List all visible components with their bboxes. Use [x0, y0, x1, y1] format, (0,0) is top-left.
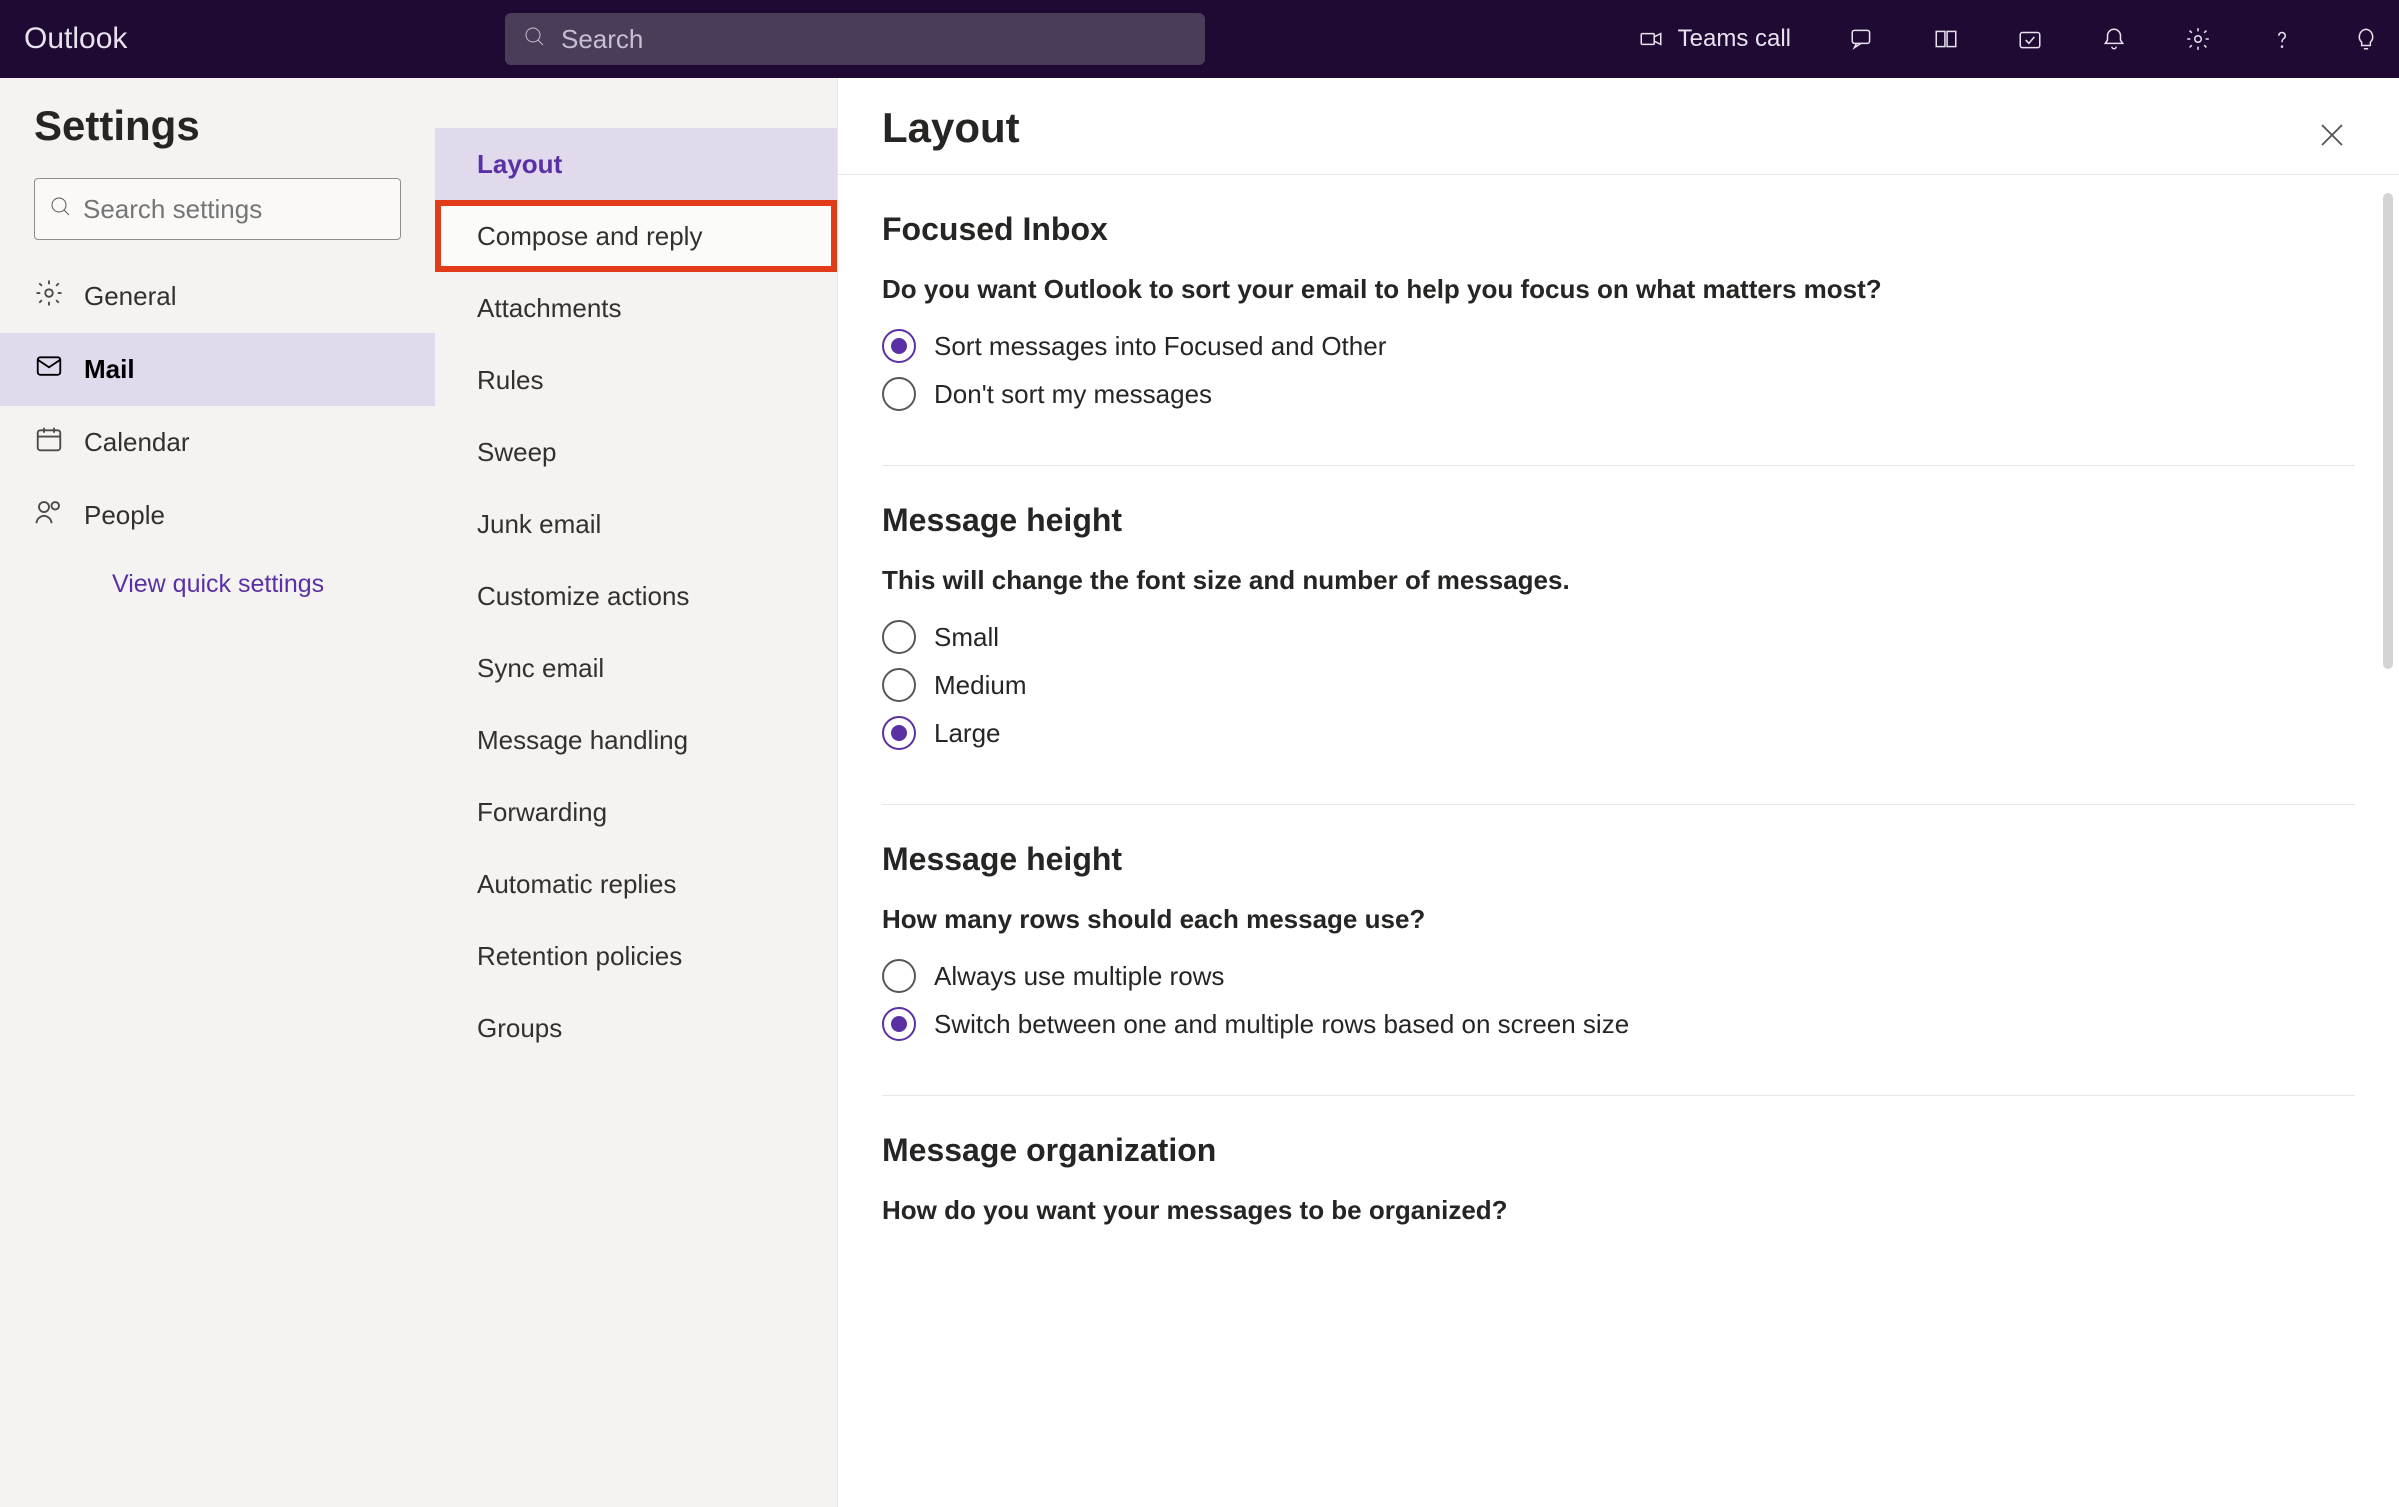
radio-icon [882, 668, 916, 702]
radio-label: Small [934, 622, 999, 653]
todo-icon[interactable] [2017, 26, 2043, 52]
subnav-item-automatic-replies[interactable]: Automatic replies [435, 848, 837, 920]
radio-option[interactable]: Medium [882, 668, 2355, 702]
radio-icon [882, 959, 916, 993]
subnav-item-groups[interactable]: Groups [435, 992, 837, 1064]
subnav-item-message-handling[interactable]: Message handling [435, 704, 837, 776]
settings-title: Settings [0, 92, 435, 168]
settings-subnav: Layout Compose and reply Attachments Rules S… [435, 78, 837, 1507]
subnav-item-attachments[interactable]: Attachments [435, 272, 837, 344]
subnav-item-junk-email[interactable]: Junk email [435, 488, 837, 560]
section-2: Message height How many rows should each … [882, 805, 2355, 1096]
view-quick-settings-link[interactable]: View quick settings [0, 552, 435, 599]
subnav-item-label: Forwarding [477, 797, 607, 828]
radio-icon [882, 377, 916, 411]
chat-icon[interactable] [1849, 26, 1875, 52]
search-icon [49, 195, 73, 224]
subnav-item-label: Compose and reply [477, 221, 702, 252]
video-icon [1638, 26, 1664, 52]
subnav-item-layout[interactable]: Layout [435, 128, 837, 200]
subnav-item-label: Rules [477, 365, 543, 396]
section-0: Focused Inbox Do you want Outlook to sort… [882, 175, 2355, 466]
radio-icon [882, 329, 916, 363]
subnav-item-label: Layout [477, 149, 562, 180]
section-heading: Focused Inbox [882, 211, 2355, 248]
subnav-item-compose-and-reply[interactable]: Compose and reply [435, 200, 837, 272]
settings-search-input[interactable] [83, 194, 418, 225]
bell-icon[interactable] [2101, 26, 2127, 52]
global-search-input[interactable] [561, 24, 1187, 55]
sidebar-item-calendar[interactable]: Calendar [0, 406, 435, 479]
section-description: How many rows should each message use? [882, 904, 2355, 935]
page-title: Layout [838, 78, 2399, 174]
subnav-item-label: Groups [477, 1013, 562, 1044]
sidebar-item-label: Mail [84, 354, 135, 385]
lightbulb-icon[interactable] [2353, 26, 2379, 52]
gear-icon[interactable] [2185, 26, 2211, 52]
radio-label: Don't sort my messages [934, 379, 1212, 410]
section-description: This will change the font size and numbe… [882, 565, 2355, 596]
apps-icon[interactable] [1933, 26, 1959, 52]
subnav-item-label: Retention policies [477, 941, 682, 972]
section-heading: Message height [882, 841, 2355, 878]
radio-option[interactable]: Small [882, 620, 2355, 654]
radio-option[interactable]: Large [882, 716, 2355, 750]
radio-icon [882, 620, 916, 654]
brand-label: Outlook [24, 22, 127, 56]
subnav-item-label: Sync email [477, 653, 604, 684]
gear-icon [34, 278, 64, 315]
settings-content: Layout Focused Inbox Do you want Outlook … [837, 78, 2399, 1507]
mail-icon [34, 351, 64, 388]
subnav-item-label: Junk email [477, 509, 601, 540]
subnav-item-sweep[interactable]: Sweep [435, 416, 837, 488]
sidebar-item-mail[interactable]: Mail [0, 333, 435, 406]
subnav-item-customize-actions[interactable]: Customize actions [435, 560, 837, 632]
global-search[interactable] [505, 13, 1205, 65]
sidebar-item-general[interactable]: General [0, 260, 435, 333]
teams-call-label: Teams call [1678, 25, 1791, 53]
radio-option[interactable]: Switch between one and multiple rows bas… [882, 1007, 2355, 1041]
subnav-item-forwarding[interactable]: Forwarding [435, 776, 837, 848]
teams-call-button[interactable]: Teams call [1638, 25, 1791, 53]
radio-label: Medium [934, 670, 1026, 701]
section-description: How do you want your messages to be orga… [882, 1195, 2355, 1226]
scrollbar-thumb[interactable] [2383, 193, 2393, 669]
section-3: Message organization How do you want your… [882, 1096, 2355, 1290]
radio-label: Always use multiple rows [934, 961, 1224, 992]
section-heading: Message organization [882, 1132, 2355, 1169]
titlebar-right: Teams call [1638, 25, 2379, 53]
section-1: Message height This will change the font … [882, 466, 2355, 805]
subnav-item-label: Customize actions [477, 581, 689, 612]
section-description: Do you want Outlook to sort your email t… [882, 274, 2355, 305]
radio-icon [882, 716, 916, 750]
sidebar-item-label: People [84, 500, 165, 531]
help-icon[interactable] [2269, 26, 2295, 52]
people-icon [34, 497, 64, 534]
close-button[interactable] [2317, 120, 2347, 155]
sidebar-item-people[interactable]: People [0, 479, 435, 552]
subnav-item-label: Attachments [477, 293, 622, 324]
radio-option[interactable]: Don't sort my messages [882, 377, 2355, 411]
radio-label: Large [934, 718, 1001, 749]
subnav-item-retention-policies[interactable]: Retention policies [435, 920, 837, 992]
calendar-icon [34, 424, 64, 461]
radio-label: Switch between one and multiple rows bas… [934, 1009, 1629, 1040]
subnav-item-sync-email[interactable]: Sync email [435, 632, 837, 704]
search-icon [523, 25, 547, 54]
sidebar-item-label: General [84, 281, 177, 312]
radio-icon [882, 1007, 916, 1041]
radio-label: Sort messages into Focused and Other [934, 331, 1386, 362]
close-icon [2317, 137, 2347, 154]
settings-sidebar: Settings General Mail Calendar People Vi… [0, 78, 435, 1507]
app-titlebar: Outlook Teams call [0, 0, 2399, 78]
subnav-item-rules[interactable]: Rules [435, 344, 837, 416]
subnav-item-label: Sweep [477, 437, 557, 468]
sidebar-item-label: Calendar [84, 427, 190, 458]
settings-search[interactable] [34, 178, 401, 240]
section-heading: Message height [882, 502, 2355, 539]
radio-option[interactable]: Always use multiple rows [882, 959, 2355, 993]
radio-option[interactable]: Sort messages into Focused and Other [882, 329, 2355, 363]
subnav-item-label: Message handling [477, 725, 688, 756]
subnav-item-label: Automatic replies [477, 869, 676, 900]
